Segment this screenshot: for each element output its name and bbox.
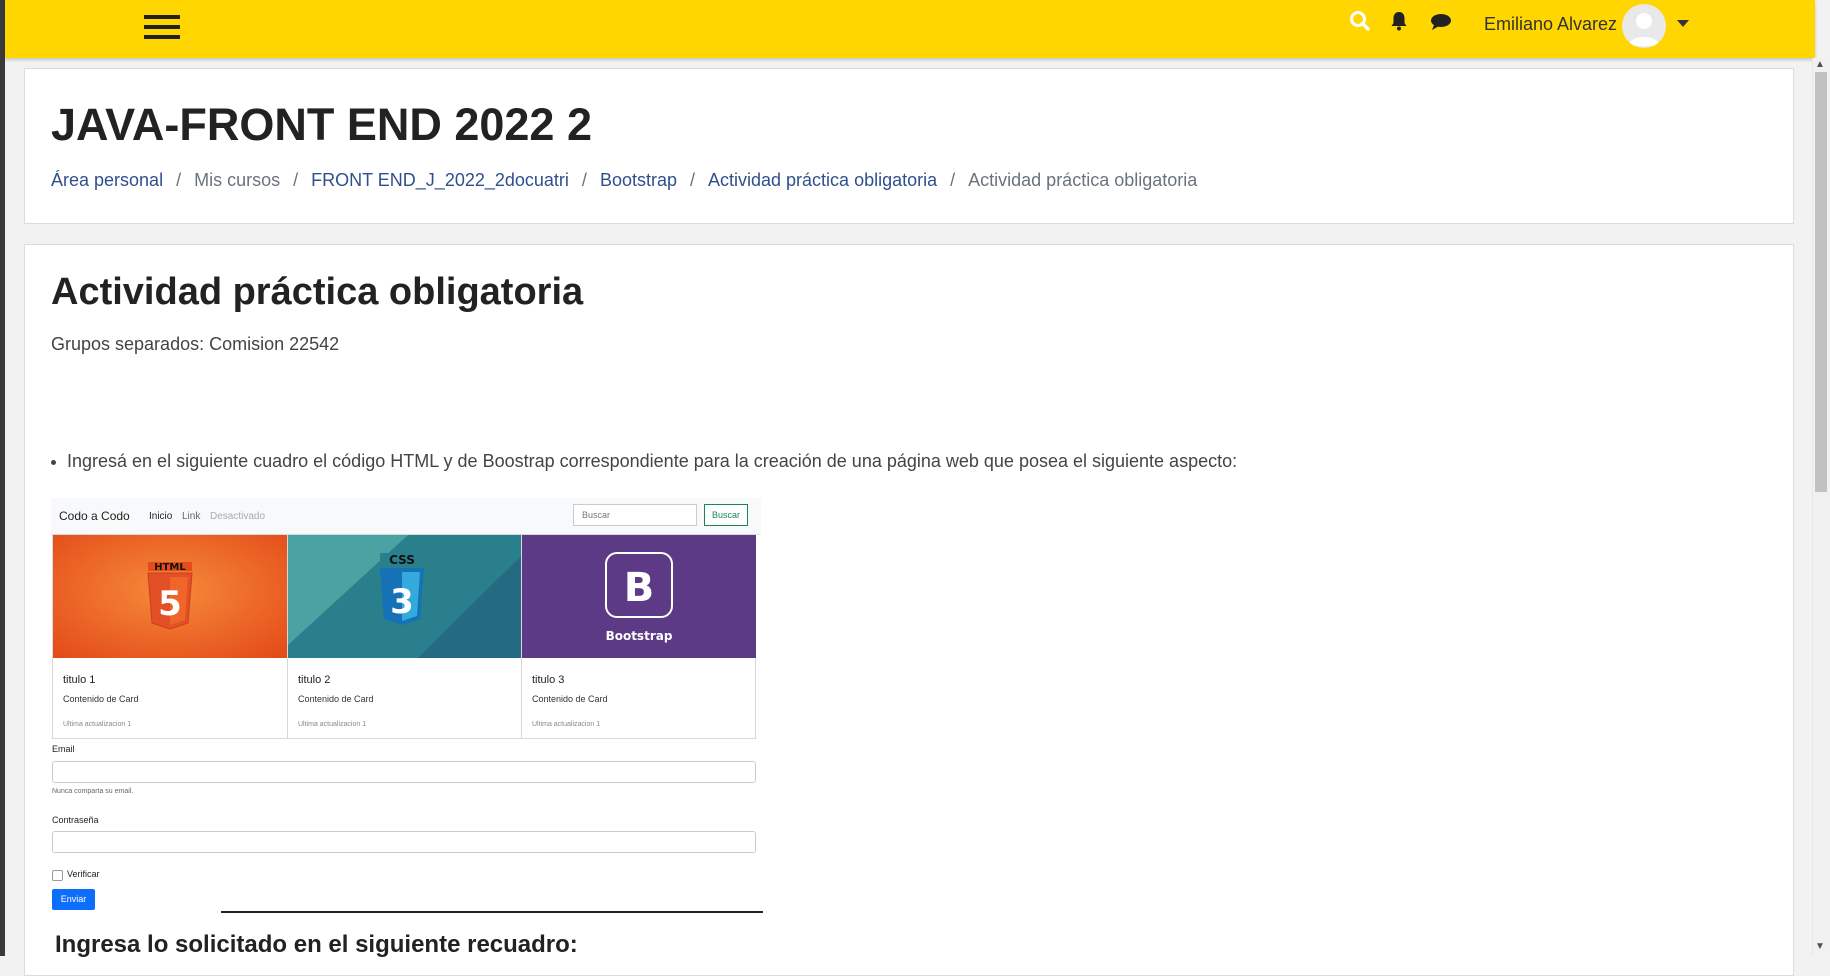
- chat-icon[interactable]: [1430, 13, 1452, 31]
- search-icon[interactable]: [1349, 10, 1371, 32]
- preview-card-title: titulo 1: [63, 674, 96, 686]
- avatar[interactable]: [1622, 4, 1666, 48]
- course-title: JAVA-FRONT END 2022 2: [51, 99, 592, 150]
- preview-card-text: Contenido de Card: [63, 694, 139, 704]
- preview-card-title: titulo 2: [298, 674, 331, 686]
- preview-nav-link: Desactivado: [210, 511, 266, 522]
- breadcrumb: Área personal / Mis cursos / FRONT END_J_202…: [51, 170, 1198, 190]
- preview-nav-link: Inicio: [149, 511, 173, 522]
- preview-card: B Bootstrap titulo 3 Contenido de Card U…: [521, 535, 756, 738]
- preview-password-label: Contraseña: [52, 815, 99, 825]
- css3-logo-icon: CSS 3: [288, 535, 522, 658]
- preview-card-image-label: Bootstrap: [606, 629, 673, 643]
- bootstrap-logo-icon: B Bootstrap: [522, 535, 756, 658]
- preview-checkbox-label: Verificar: [67, 869, 100, 879]
- preview-card-image-label: CSS: [389, 553, 415, 567]
- preview-navbar: Codo a Codo Inicio Link Desactivado Busc…: [51, 498, 761, 535]
- instruction-text: Ingresá en el siguiente cuadro el código…: [67, 451, 1238, 471]
- breadcrumb-activity[interactable]: Actividad práctica obligatoria: [708, 170, 937, 190]
- user-name[interactable]: Emiliano Alvarez: [1484, 14, 1617, 35]
- preview-email-label: Email: [52, 744, 75, 754]
- preview-card-footer: Ultima actualizacion 1: [532, 721, 601, 728]
- preview-card-group: HTML 5 titulo 1 Contenido de Card Ultima…: [52, 534, 756, 739]
- preview-search-input: Buscar: [573, 504, 697, 526]
- breadcrumb-course[interactable]: FRONT END_J_2022_2docuatri: [311, 170, 569, 190]
- preview-card-footer: Ultima actualizacion 1: [63, 721, 132, 728]
- preview-brand: Codo a Codo: [59, 509, 130, 523]
- preview-card-image-label: HTML: [154, 562, 186, 573]
- scroll-down-icon[interactable]: ▼: [1815, 942, 1825, 952]
- breadcrumb-area-personal[interactable]: Área personal: [51, 170, 163, 190]
- menu-icon[interactable]: [144, 14, 180, 40]
- preview-card-image-glyph: B: [624, 565, 655, 611]
- preview-submit-button: Enviar: [52, 889, 95, 910]
- preview-card-text: Contenido de Card: [532, 694, 608, 704]
- breadcrumb-section[interactable]: Bootstrap: [600, 170, 677, 190]
- example-screenshot: Codo a Codo Inicio Link Desactivado Busc…: [51, 498, 761, 910]
- preview-card: CSS 3 titulo 2 Contenido de Card Ultima …: [287, 535, 522, 738]
- top-navbar: Emiliano Alvarez: [5, 0, 1815, 58]
- bell-icon[interactable]: [1390, 11, 1408, 31]
- preview-card: HTML 5 titulo 1 Contenido de Card Ultima…: [53, 535, 287, 738]
- breadcrumb-mis-cursos: Mis cursos: [194, 170, 281, 190]
- preview-card-image-glyph: 3: [390, 582, 414, 622]
- page-header: JAVA-FRONT END 2022 2 Área personal / Mis …: [24, 68, 1794, 224]
- preview-card-footer: Ultima actualizacion 1: [298, 721, 367, 728]
- scrollbar-thumb[interactable]: [1815, 72, 1827, 492]
- next-section-heading: Ingresa lo solicitado en el siguiente re…: [55, 931, 578, 958]
- instruction-item: Ingresá en el siguiente cuadro el código…: [51, 451, 1237, 472]
- activity-content: Actividad práctica obligatoria Grupos se…: [24, 244, 1794, 976]
- bullet-icon: [51, 459, 56, 465]
- preview-search-button: Buscar: [704, 504, 748, 526]
- window-edge: [0, 0, 5, 956]
- preview-checkbox: [52, 870, 63, 881]
- preview-nav-link: Link: [182, 511, 201, 522]
- html5-logo-icon: HTML 5: [53, 535, 287, 658]
- divider: [221, 911, 763, 913]
- scroll-up-icon[interactable]: ▲: [1815, 60, 1825, 70]
- preview-card-title: titulo 3: [532, 674, 565, 686]
- breadcrumb-current: Actividad práctica obligatoria: [968, 170, 1198, 190]
- preview-card-image-glyph: 5: [158, 584, 182, 624]
- preview-email-input: [52, 761, 756, 783]
- preview-password-input: [52, 831, 756, 853]
- preview-card-text: Contenido de Card: [298, 694, 374, 704]
- preview-email-help: Nunca comparta su email.: [52, 788, 134, 795]
- group-mode-text: Grupos separados: Comision 22542: [51, 334, 340, 354]
- caret-down-icon[interactable]: [1677, 20, 1689, 27]
- activity-title: Actividad práctica obligatoria: [51, 271, 584, 313]
